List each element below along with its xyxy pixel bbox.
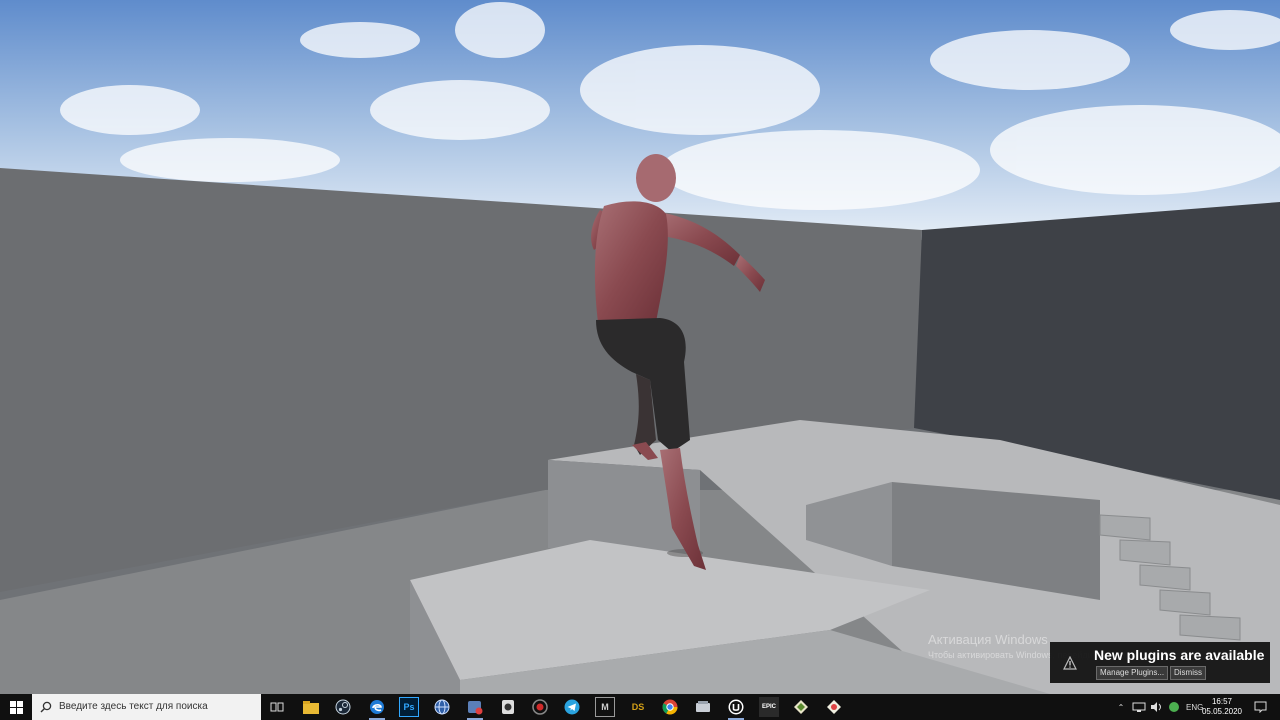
system-tray: ⌃ ENG [1114, 694, 1203, 720]
taskbar-unreal-engine[interactable] [726, 697, 746, 720]
taskbar-app-badge[interactable] [465, 697, 485, 720]
clock[interactable]: 16:57 05.05.2020 [1198, 697, 1246, 717]
game-viewport[interactable]: Активация Windows Чтобы активировать Win… [0, 0, 1280, 694]
tool-app-icon [827, 700, 841, 714]
clock-date: 05.05.2020 [1201, 707, 1243, 716]
windows-logo-icon [9, 700, 23, 714]
action-center-button[interactable] [1250, 697, 1270, 717]
camera-app-icon [502, 700, 514, 714]
manage-plugins-button[interactable]: Manage Plugins... [1096, 666, 1169, 680]
taskbar-app-tool[interactable] [824, 697, 844, 717]
search-icon [40, 701, 52, 713]
app-tray-icon[interactable] [1168, 701, 1180, 713]
edge-icon [370, 700, 384, 714]
taskbar-app-record[interactable] [530, 697, 550, 717]
taskbar-edge[interactable] [367, 697, 387, 720]
globe-app-icon [434, 699, 450, 715]
warning-icon [1063, 656, 1077, 670]
taskbar-app-m[interactable]: M [595, 697, 615, 717]
taskbar-epic-games[interactable]: EPIC [759, 697, 779, 717]
taskbar-daz-studio[interactable]: DS [628, 697, 648, 717]
taskbar-chrome[interactable] [660, 697, 680, 717]
photoshop-icon: Ps [403, 702, 415, 712]
taskbar-app-green[interactable] [791, 697, 811, 717]
taskbar-task-view[interactable] [267, 697, 287, 717]
taskbar: Введите здесь текст для поиска Ps M DS E… [0, 694, 1280, 720]
chrome-icon [662, 699, 678, 715]
badge-app-icon [468, 701, 483, 715]
taskbar-file-explorer[interactable] [301, 697, 321, 717]
taskbar-app-drive[interactable] [693, 697, 713, 717]
task-view-icon [270, 702, 284, 712]
start-button[interactable] [0, 694, 32, 720]
taskbar-steam[interactable] [333, 697, 353, 717]
green-app-icon [794, 700, 808, 714]
m-app-icon: M [601, 702, 609, 712]
dismiss-button[interactable]: Dismiss [1170, 666, 1206, 680]
drive-app-icon [696, 701, 710, 712]
volume-icon[interactable] [1150, 701, 1164, 713]
search-placeholder: Введите здесь текст для поиска [59, 701, 208, 712]
record-app-icon [532, 699, 548, 715]
taskbar-photoshop[interactable]: Ps [399, 697, 419, 717]
tray-expand-icon[interactable]: ⌃ [1114, 703, 1128, 712]
scene-3d [0, 0, 1280, 694]
clock-time: 16:57 [1211, 697, 1233, 706]
taskbar-app-blue[interactable] [432, 697, 452, 717]
taskbar-app-camera[interactable] [498, 697, 518, 717]
unreal-icon [728, 699, 744, 715]
plugin-notification: New plugins are available Manage Plugins… [1050, 642, 1270, 683]
notification-icon [1254, 701, 1266, 713]
notification-title: New plugins are available [1094, 647, 1265, 663]
daz-icon: DS [631, 702, 645, 712]
folder-icon [303, 700, 319, 714]
taskbar-telegram[interactable] [562, 697, 582, 717]
network-icon[interactable] [1132, 701, 1146, 713]
epic-icon: EPIC [761, 704, 776, 710]
steam-icon [335, 699, 351, 715]
taskbar-search[interactable]: Введите здесь текст для поиска [32, 694, 261, 720]
telegram-icon [564, 699, 580, 715]
